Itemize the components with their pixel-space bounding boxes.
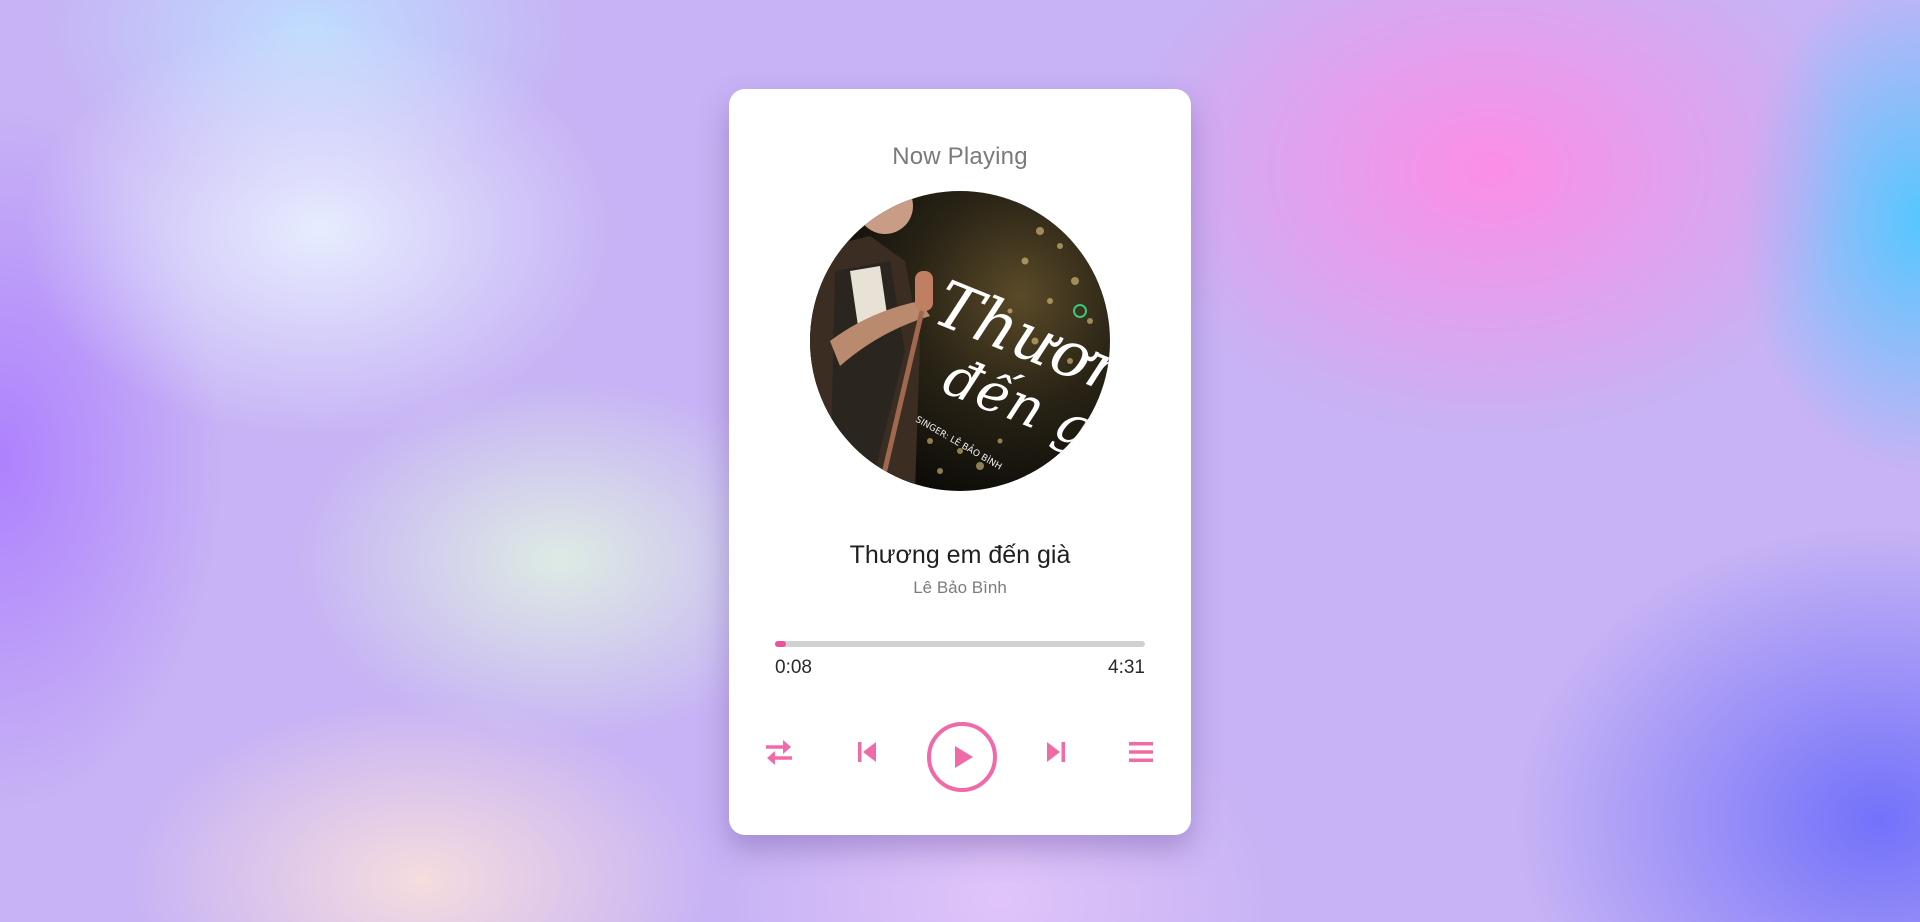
next-track-button[interactable] <box>1036 732 1076 772</box>
total-time: 4:31 <box>1108 657 1145 678</box>
repeat-button[interactable] <box>759 732 799 772</box>
skip-next-icon <box>1043 739 1069 765</box>
album-art-disc: Thương đến già SINGER: LÊ BẢO BÌNH <box>810 191 1110 491</box>
album-art-image: Thương đến già SINGER: LÊ BẢO BÌNH <box>810 191 1110 491</box>
playlist-icon <box>1127 738 1155 766</box>
repeat-icon <box>763 736 795 768</box>
playlist-button[interactable] <box>1121 732 1161 772</box>
song-title: Thương em đến già <box>849 541 1071 569</box>
previous-track-button[interactable] <box>847 732 887 772</box>
progress-bar[interactable] <box>775 641 1145 647</box>
now-playing-heading: Now Playing <box>892 143 1028 170</box>
music-player-card: Now Playing Thương đến già SINGER: LÊ BẢ… <box>729 89 1191 835</box>
progress-fill <box>775 641 787 647</box>
song-artist: Lê Bảo Bình <box>913 578 1007 597</box>
play-icon <box>947 742 977 772</box>
skip-previous-icon <box>854 739 880 765</box>
current-time: 0:08 <box>775 657 812 678</box>
play-button[interactable] <box>927 722 997 792</box>
